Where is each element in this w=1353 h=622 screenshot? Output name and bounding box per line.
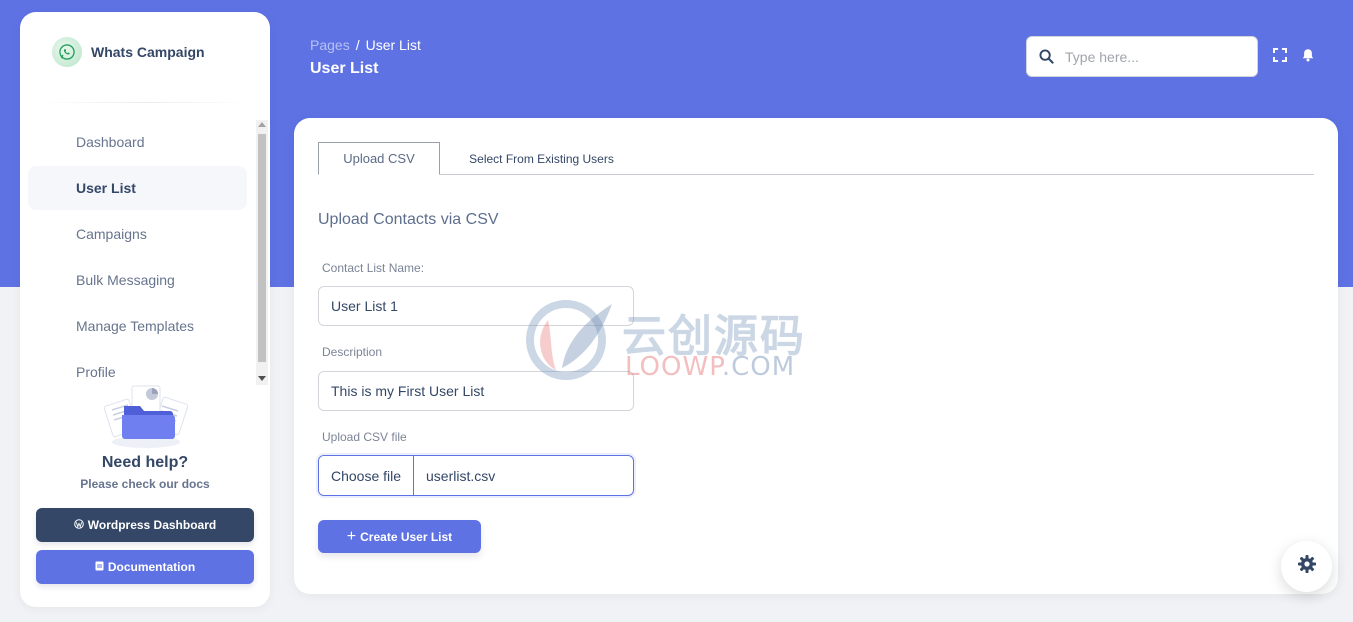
create-user-list-label: Create User List	[360, 529, 453, 544]
sidebar: Whats Campaign Dashboard User List Campa…	[20, 12, 270, 607]
wordpress-icon	[73, 518, 84, 532]
sidebar-item-user-list[interactable]: User List	[28, 166, 247, 210]
sidebar-item-label: Dashboard	[76, 134, 145, 150]
settings-button[interactable]	[1281, 541, 1332, 592]
search-box[interactable]	[1026, 36, 1258, 77]
description-value: This is my First User List	[331, 383, 485, 399]
choose-file-button[interactable]: Choose file	[319, 456, 414, 495]
tab-label: Upload CSV	[343, 151, 415, 166]
sidebar-item-label: Profile	[76, 364, 116, 380]
wordpress-dashboard-button[interactable]: Wordpress Dashboard	[36, 508, 254, 542]
list-name-field[interactable]: User List 1	[318, 286, 634, 326]
sidebar-item-label: User List	[76, 180, 136, 196]
sidebar-item-label: Bulk Messaging	[76, 272, 175, 288]
sidebar-item-manage-templates[interactable]: Manage Templates	[28, 304, 247, 348]
list-name-label: Contact List Name:	[322, 261, 425, 275]
help-subtitle: Please check our docs	[80, 477, 210, 491]
search-input[interactable]	[1065, 48, 1245, 65]
sidebar-item-label: Campaigns	[76, 226, 147, 242]
fullscreen-icon[interactable]	[1273, 48, 1289, 64]
file-upload-field[interactable]: Choose file userlist.csv	[318, 455, 634, 496]
scroll-thumb[interactable]	[258, 134, 266, 362]
create-user-list-button[interactable]: + Create User List	[318, 520, 481, 553]
sidebar-item-bulk-messaging[interactable]: Bulk Messaging	[28, 258, 247, 302]
wordpress-dashboard-label: Wordpress Dashboard	[87, 518, 217, 532]
section-title: Upload Contacts via CSV	[318, 211, 499, 228]
breadcrumb-parent[interactable]: Pages	[310, 37, 350, 53]
list-name-value: User List 1	[331, 298, 398, 314]
search-icon	[1027, 49, 1065, 64]
scroll-down-arrow-icon[interactable]	[258, 376, 266, 381]
folder-documents-icon	[100, 380, 192, 452]
breadcrumb: Pages / User List	[310, 37, 421, 53]
breadcrumb-separator: /	[355, 37, 360, 53]
plus-icon: +	[346, 527, 357, 545]
documentation-label: Documentation	[107, 560, 196, 574]
whatsapp-icon	[52, 37, 82, 67]
documentation-button[interactable]: Documentation	[36, 550, 254, 584]
file-upload-label: Upload CSV file	[322, 430, 407, 444]
brand-name: Whats Campaign	[91, 44, 205, 60]
brand-divider	[40, 102, 250, 103]
document-icon	[95, 560, 104, 574]
sidebar-nav: Dashboard User List Campaigns Bulk Messa…	[20, 120, 270, 385]
description-field[interactable]: This is my First User List	[318, 371, 634, 411]
bell-icon[interactable]	[1301, 48, 1317, 64]
main-card: Upload CSV Select From Existing Users Up…	[294, 118, 1338, 594]
scroll-up-arrow-icon[interactable]	[258, 122, 266, 127]
tab-upload-csv[interactable]: Upload CSV	[318, 142, 440, 175]
gear-icon	[1297, 554, 1317, 579]
tab-label: Select From Existing Users	[469, 151, 614, 166]
help-title: Need help?	[101, 454, 189, 471]
sidebar-scrollbar[interactable]	[256, 120, 268, 385]
brand[interactable]: Whats Campaign	[52, 36, 205, 68]
description-label: Description	[322, 345, 383, 359]
sidebar-item-dashboard[interactable]: Dashboard	[28, 120, 247, 164]
file-name: userlist.csv	[426, 467, 496, 484]
sidebar-item-label: Manage Templates	[76, 318, 195, 334]
sidebar-item-campaigns[interactable]: Campaigns	[28, 212, 247, 256]
breadcrumb-current: User List	[365, 37, 421, 53]
tab-select-existing-users[interactable]: Select From Existing Users	[468, 142, 615, 175]
tabs: Upload CSV Select From Existing Users	[318, 142, 1314, 175]
page-title: User List	[310, 60, 379, 77]
